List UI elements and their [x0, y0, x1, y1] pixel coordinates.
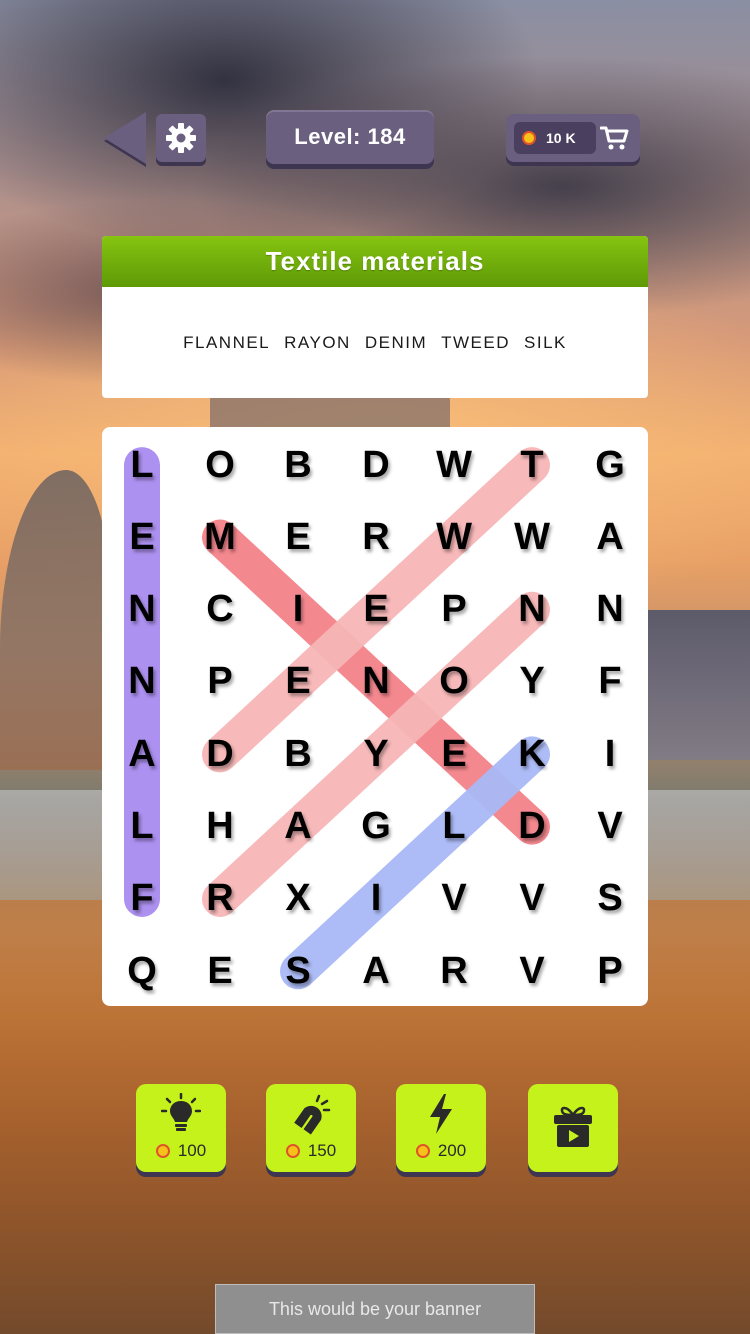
grid-letter[interactable]: D: [337, 429, 415, 501]
grid-letter[interactable]: E: [181, 935, 259, 1007]
gift-video-powerup-button[interactable]: [528, 1084, 618, 1172]
magnet-icon: [294, 1094, 331, 1135]
magnet-powerup-button[interactable]: 150: [266, 1084, 356, 1172]
grid-letter[interactable]: M: [181, 501, 259, 573]
back-arrow-icon: [104, 112, 146, 164]
grid-letter[interactable]: D: [493, 791, 571, 863]
grid-letter[interactable]: A: [571, 501, 649, 573]
grid-letter[interactable]: H: [181, 791, 259, 863]
grid-letter[interactable]: X: [259, 863, 337, 935]
shop-cart-button[interactable]: [598, 122, 632, 154]
gear-icon: [166, 123, 196, 153]
grid-letter[interactable]: E: [259, 646, 337, 718]
grid-letter[interactable]: L: [103, 791, 181, 863]
coin-count: 10 K: [546, 130, 576, 146]
category-title: Textile materials: [102, 236, 648, 287]
grid-letter[interactable]: W: [415, 501, 493, 573]
grid-letter[interactable]: S: [571, 863, 649, 935]
letter-grid[interactable]: LOBDWTGEMERWWANCIEPNNNPENOYFADBYEKILHAGL…: [102, 427, 648, 1006]
target-word: DENIM: [364, 332, 428, 352]
grid-letter[interactable]: Y: [493, 646, 571, 718]
ad-banner[interactable]: This would be your banner: [215, 1284, 535, 1334]
coin-icon: [415, 1144, 430, 1158]
coin-balance: 10 K: [514, 122, 596, 154]
grid-letter[interactable]: I: [571, 718, 649, 790]
lightning-icon: [430, 1094, 452, 1134]
town-right: [648, 610, 750, 760]
cart-icon: [600, 126, 629, 150]
grid-letter[interactable]: G: [337, 791, 415, 863]
grid-letter[interactable]: O: [415, 646, 493, 718]
target-word: RAYON: [284, 332, 351, 352]
grid-letter[interactable]: Y: [337, 718, 415, 790]
grid-letter[interactable]: N: [493, 574, 571, 646]
grid-letter[interactable]: N: [103, 574, 181, 646]
grid-letter[interactable]: P: [415, 574, 493, 646]
lightbulb-icon: [161, 1093, 201, 1131]
lightning-price: 200: [437, 1141, 467, 1160]
coin-icon: [285, 1144, 300, 1158]
gift-video-icon: [554, 1106, 592, 1147]
grid-letter[interactable]: L: [103, 429, 181, 501]
lightning-powerup-button[interactable]: 200: [396, 1084, 486, 1172]
level-label: Level: 184: [294, 124, 406, 149]
hill-left: [0, 470, 110, 770]
grid-letter[interactable]: S: [259, 935, 337, 1007]
coin-icon: [522, 131, 536, 145]
category-panel: Textile materials FLANNEL RAYON DENIM TW…: [102, 236, 648, 398]
coin-icon: [155, 1144, 170, 1158]
hint-powerup-button[interactable]: 100: [136, 1084, 226, 1172]
grid-letter[interactable]: K: [493, 718, 571, 790]
banner-text: This would be your banner: [268, 1298, 482, 1319]
grid-letter[interactable]: W: [493, 501, 571, 573]
grid-letter[interactable]: I: [259, 574, 337, 646]
settings-button[interactable]: [156, 114, 206, 162]
coins-shop-widget[interactable]: 10 K: [506, 114, 640, 162]
grid-letter[interactable]: E: [259, 501, 337, 573]
grid-letter[interactable]: F: [103, 863, 181, 935]
grid-letter[interactable]: R: [337, 501, 415, 573]
grid-letter[interactable]: E: [103, 501, 181, 573]
grid-letter[interactable]: R: [415, 935, 493, 1007]
grid-letter[interactable]: G: [571, 429, 649, 501]
grid-letter[interactable]: P: [571, 935, 649, 1007]
grid-letter[interactable]: L: [415, 791, 493, 863]
grid-letter[interactable]: E: [337, 574, 415, 646]
grid-letter[interactable]: A: [259, 791, 337, 863]
grid-letter[interactable]: A: [337, 935, 415, 1007]
target-word: TWEED: [441, 332, 511, 352]
grid-letter[interactable]: D: [181, 718, 259, 790]
grid-letter[interactable]: F: [571, 646, 649, 718]
grid-letter[interactable]: E: [415, 718, 493, 790]
back-button[interactable]: [104, 112, 148, 164]
target-word: FLANNEL: [183, 332, 271, 352]
grid-letter[interactable]: T: [493, 429, 571, 501]
grid-letter[interactable]: V: [493, 935, 571, 1007]
grid-letter[interactable]: R: [181, 863, 259, 935]
grid-letter[interactable]: V: [571, 791, 649, 863]
grid-letter[interactable]: B: [259, 718, 337, 790]
grid-letter[interactable]: B: [259, 429, 337, 501]
grid-letter[interactable]: I: [337, 863, 415, 935]
grid-letter[interactable]: N: [103, 646, 181, 718]
grid-letter[interactable]: N: [337, 646, 415, 718]
hint-price: 100: [177, 1141, 207, 1160]
grid-letter[interactable]: P: [181, 646, 259, 718]
grid-letter[interactable]: W: [415, 429, 493, 501]
grid-letter[interactable]: V: [493, 863, 571, 935]
target-word: SILK: [524, 332, 567, 352]
grid-letter[interactable]: Q: [103, 935, 181, 1007]
magnet-price: 150: [307, 1141, 337, 1160]
level-indicator: Level: 184: [266, 110, 434, 164]
grid-letter[interactable]: C: [181, 574, 259, 646]
grid-letter[interactable]: N: [571, 574, 649, 646]
grid-letter[interactable]: V: [415, 863, 493, 935]
grid-letter[interactable]: A: [103, 718, 181, 790]
word-list: FLANNEL RAYON DENIM TWEED SILK: [102, 287, 648, 398]
grid-letter[interactable]: O: [181, 429, 259, 501]
